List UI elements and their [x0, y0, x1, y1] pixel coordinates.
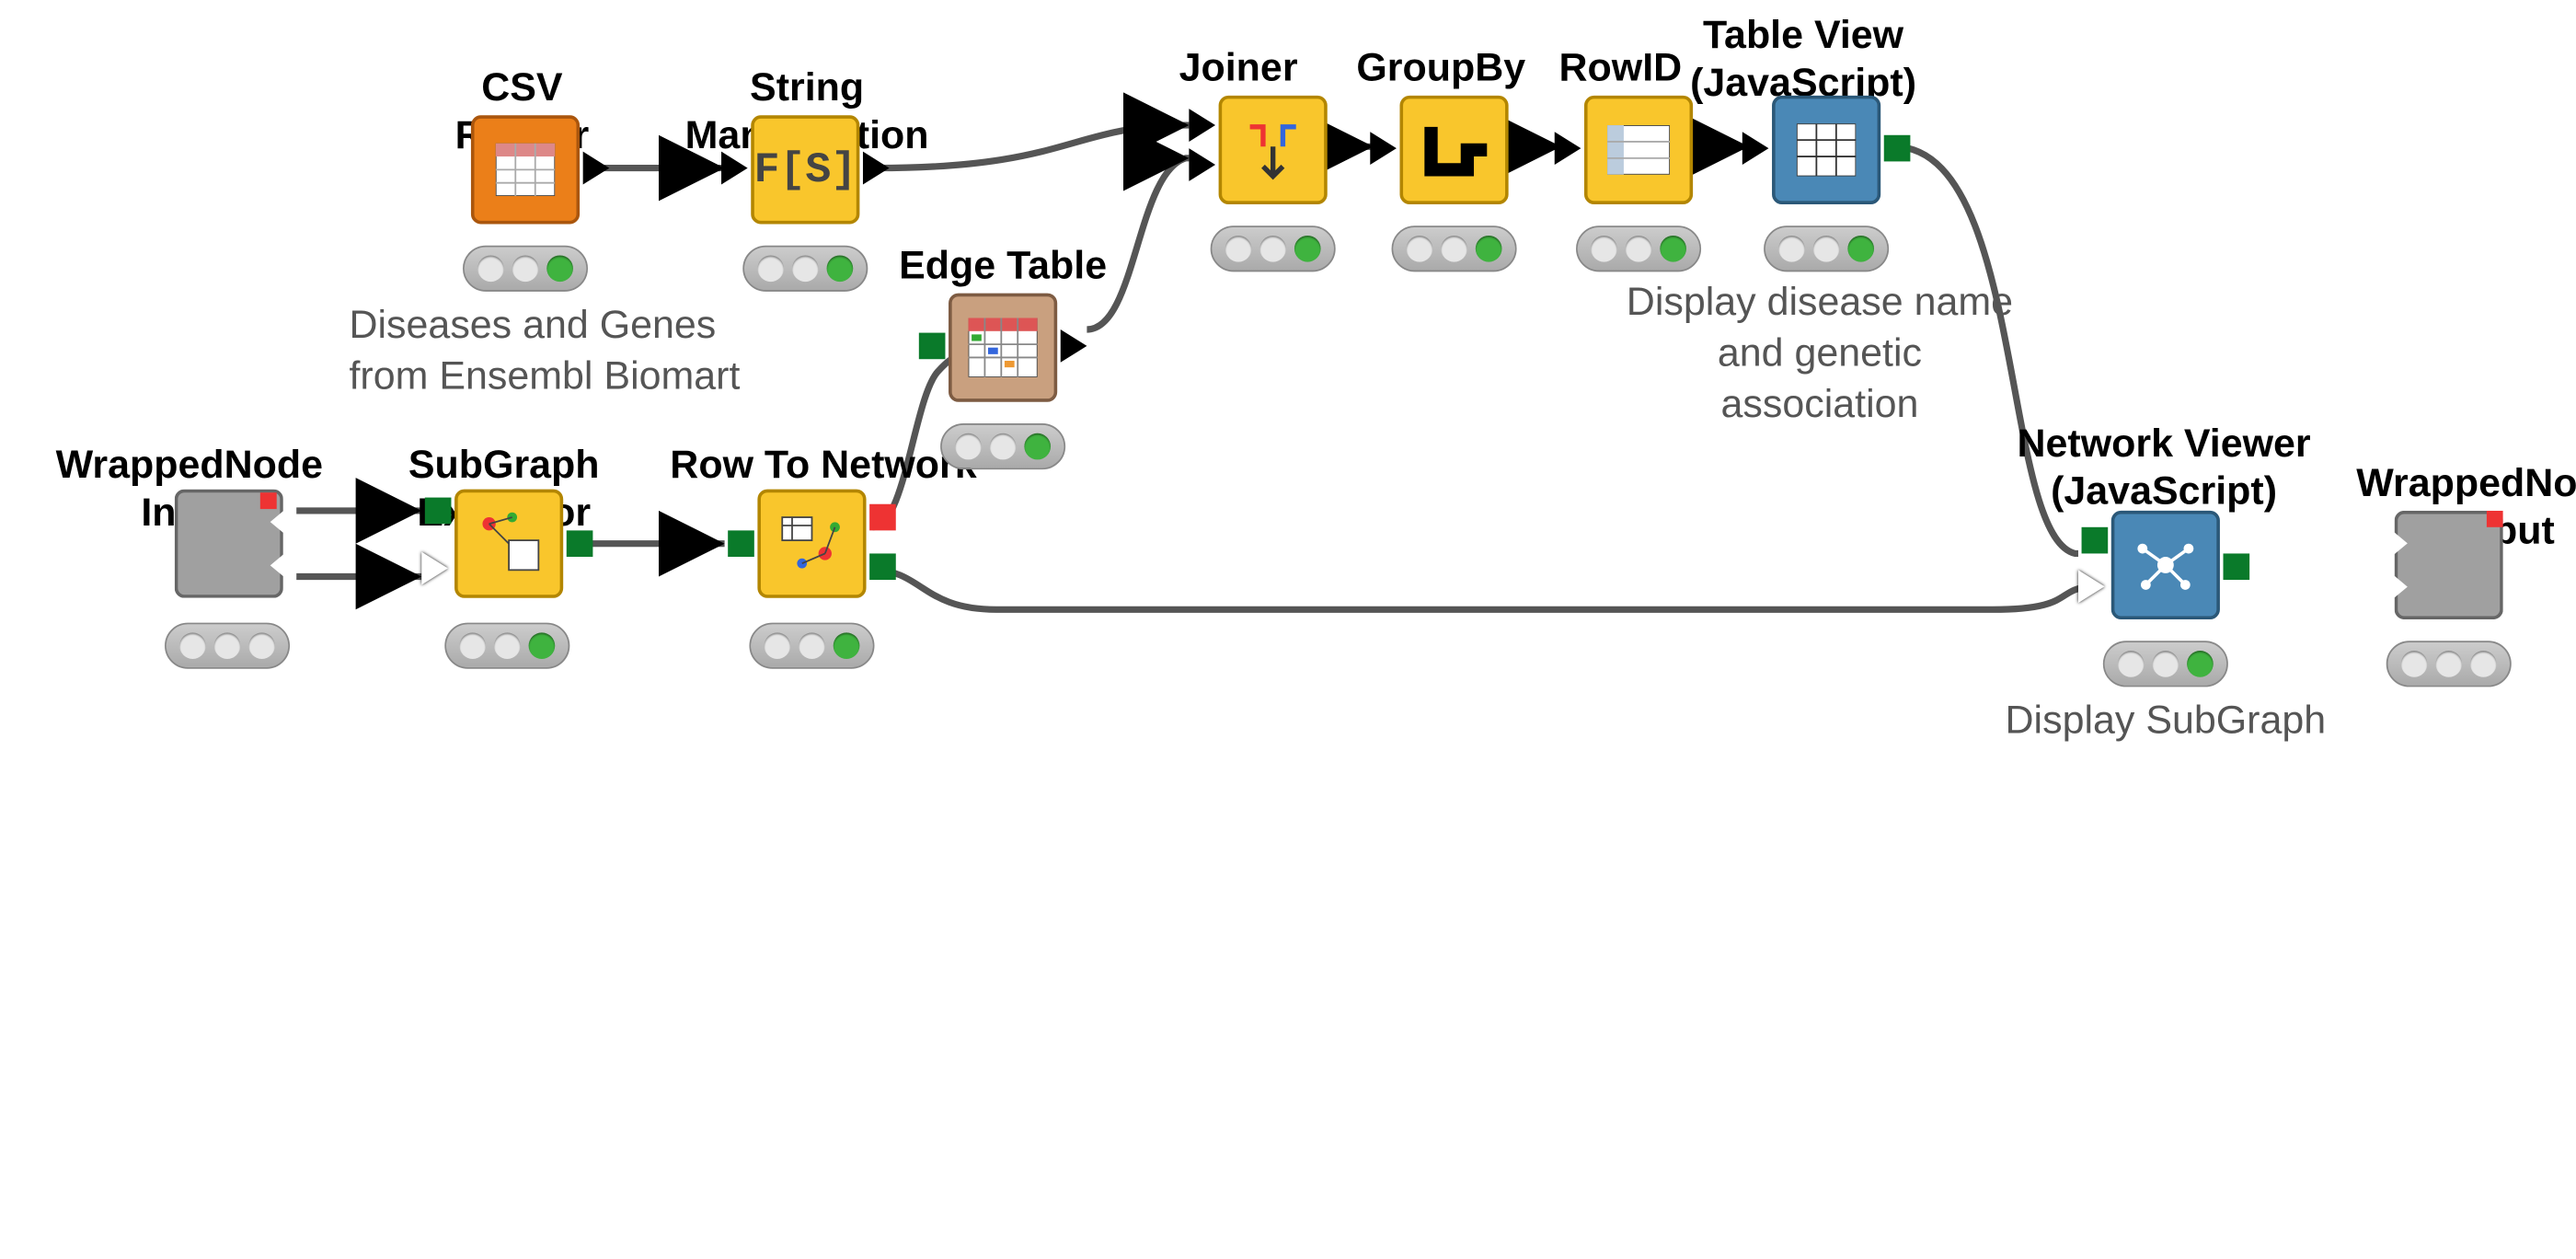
- port-out-top: [869, 504, 896, 531]
- port-out-square: [567, 530, 593, 557]
- traffic-wrapped-input: [165, 623, 290, 669]
- table-view-icon: [1797, 123, 1856, 176]
- node-title-network-viewer: Network Viewer (JavaScript): [2016, 422, 2312, 516]
- port-in-square: [728, 530, 754, 557]
- port-in-tri: [1370, 132, 1397, 165]
- port-in-tri: [1742, 132, 1769, 165]
- traffic-groupby: [1392, 225, 1517, 271]
- port-out-sq: [2224, 553, 2250, 580]
- groupby-icon: [1421, 117, 1488, 183]
- port-out-tri: [583, 152, 610, 185]
- traffic-subgraph-extractor: [444, 623, 569, 669]
- node-desc-table-view: Display disease name and genetic associa…: [1614, 277, 2026, 431]
- traffic-csv-reader: [463, 246, 588, 292]
- row-to-network-icon: [779, 511, 845, 577]
- fs-icon: F[S]: [753, 145, 857, 195]
- node-rowid[interactable]: [1584, 96, 1693, 204]
- node-string-manipulation[interactable]: F[S]: [751, 115, 859, 224]
- port-in-tri-1: [1189, 109, 1215, 142]
- network-viewer-icon: [2133, 532, 2199, 598]
- traffic-joiner: [1211, 225, 1336, 271]
- node-joiner[interactable]: [1219, 96, 1328, 204]
- csv-icon: [496, 144, 555, 196]
- port-out-tri: [1061, 329, 1087, 363]
- traffic-wrapped-output: [2386, 641, 2512, 687]
- node-subgraph-extractor[interactable]: [454, 490, 563, 598]
- port-out-square: [1884, 135, 1911, 162]
- port-out-bottom: [869, 553, 896, 580]
- port-in-tri-2: [1189, 148, 1215, 181]
- traffic-edge-table: [940, 423, 1065, 469]
- traffic-table-view: [1764, 225, 1889, 271]
- port-out-tri: [863, 152, 890, 185]
- node-desc-csv-reader: Diseases and Genes from Ensembl Biomart: [349, 300, 776, 403]
- node-wrapped-input[interactable]: [175, 490, 283, 598]
- traffic-network-viewer: [2103, 641, 2228, 687]
- port-out-tri: [1696, 132, 1723, 165]
- node-title-row-to-network: Row To Network: [659, 444, 988, 491]
- port-out-tri: [1330, 132, 1357, 165]
- traffic-rowid: [1576, 225, 1701, 271]
- marker-icon: [2487, 511, 2503, 527]
- node-network-viewer[interactable]: [2111, 511, 2220, 619]
- node-title-joiner: Joiner: [1156, 46, 1321, 94]
- subgraph-icon: [476, 511, 542, 577]
- node-row-to-network[interactable]: [757, 490, 866, 598]
- joiner-icon: [1240, 117, 1306, 183]
- marker-icon: [260, 492, 277, 509]
- node-title-rowid: RowID: [1538, 46, 1703, 94]
- node-title-table-view: Table View (JavaScript): [1680, 13, 1927, 108]
- traffic-string-manipulation: [742, 246, 868, 292]
- port-in-square: [919, 333, 946, 360]
- port-in-tri: [721, 152, 748, 185]
- traffic-row-to-network: [749, 623, 874, 669]
- port-in-tri: [421, 552, 448, 585]
- workflow-canvas[interactable]: WrappedNode Input SubGraph Extractor Row…: [0, 0, 2576, 1259]
- rowid-icon: [1607, 125, 1670, 175]
- port-in-tri: [2078, 570, 2105, 603]
- node-groupby[interactable]: [1400, 96, 1509, 204]
- node-title-groupby: GroupBy: [1351, 46, 1532, 94]
- port-in-sq: [2082, 527, 2109, 554]
- port-out-tri: [1512, 132, 1538, 165]
- node-edge-table[interactable]: [949, 294, 1057, 402]
- edge-table-icon: [969, 318, 1038, 376]
- node-table-view[interactable]: [1772, 96, 1880, 204]
- port-in-square: [425, 498, 452, 525]
- node-csv-reader[interactable]: [471, 115, 580, 224]
- node-title-edge-table: Edge Table: [896, 244, 1110, 292]
- node-wrapped-output[interactable]: [2395, 511, 2503, 619]
- port-in-tri: [1555, 132, 1581, 165]
